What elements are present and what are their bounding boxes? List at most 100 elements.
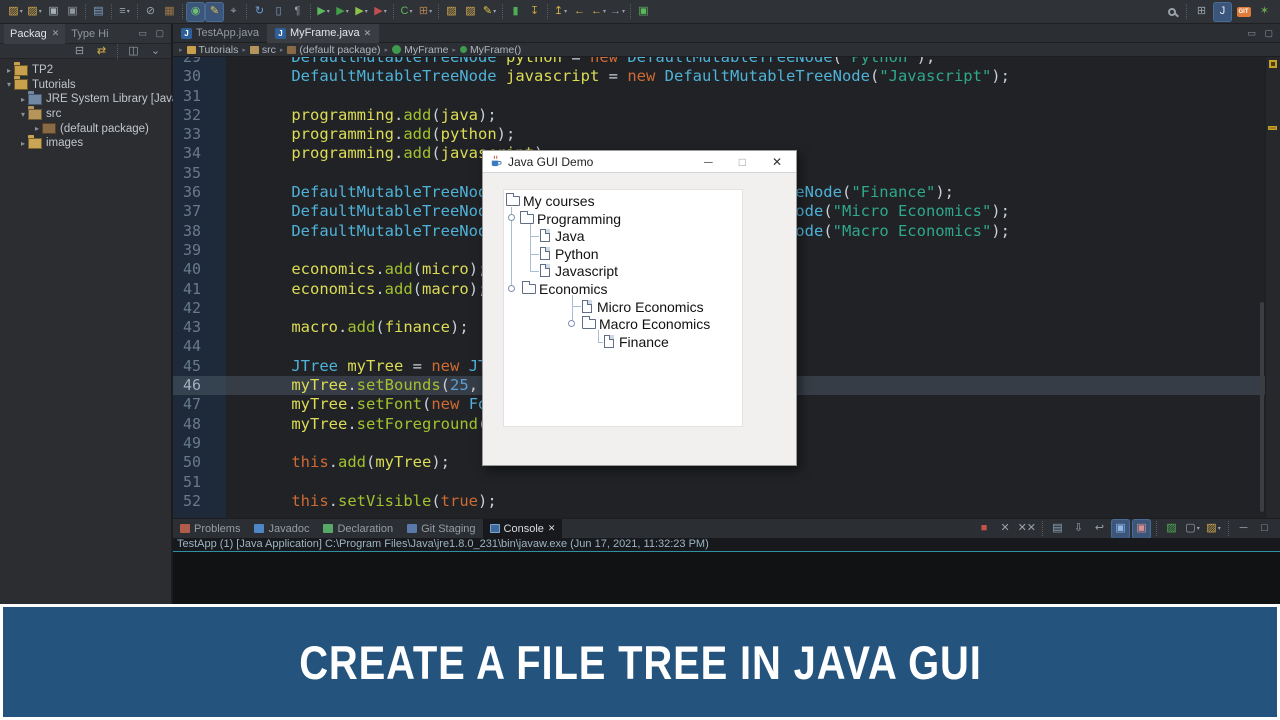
terminate-button[interactable]: ■ bbox=[975, 519, 994, 539]
organize-imports-button[interactable]: ≡▾ bbox=[115, 2, 134, 22]
console-tab-git-staging[interactable]: Git Staging bbox=[400, 519, 482, 539]
open-type-button[interactable]: ▨ bbox=[442, 2, 461, 22]
line-number[interactable]: 34 bbox=[173, 144, 226, 163]
new-wizard-button[interactable]: ▨▾ bbox=[6, 2, 25, 22]
remove-all-terminated-button[interactable]: ✕✕ bbox=[1017, 519, 1037, 539]
line-number[interactable]: 37 bbox=[173, 202, 226, 221]
breadcrumb-item-myframe[interactable]: MyFrame bbox=[392, 44, 448, 56]
remove-launch-button[interactable]: ✕ bbox=[996, 519, 1015, 539]
line-number[interactable]: 51 bbox=[173, 473, 226, 492]
overview-marker-icon[interactable] bbox=[1269, 60, 1277, 68]
view-minmax-buttons[interactable]: ▭ ▢ bbox=[138, 28, 171, 39]
save-all-button[interactable]: ▣ bbox=[63, 2, 82, 22]
console-output[interactable] bbox=[173, 552, 1280, 604]
jtree-node-finance[interactable]: Finance bbox=[504, 333, 742, 351]
debug-perspective-button[interactable]: ✶ bbox=[1255, 2, 1274, 22]
view-menu-button[interactable]: ⌄ bbox=[146, 41, 165, 61]
show-whitespace-button[interactable]: ¶ bbox=[288, 2, 307, 22]
focus-on-active-task-button[interactable]: ◫ bbox=[124, 41, 143, 61]
line-number[interactable]: 43 bbox=[173, 318, 226, 337]
jtree-node-java[interactable]: Java bbox=[504, 227, 742, 245]
breadcrumb-item-tutorials[interactable]: Tutorials bbox=[187, 44, 239, 56]
pin-console-button[interactable]: ▨ bbox=[1162, 519, 1181, 539]
jtree-node-my-courses[interactable]: My courses bbox=[504, 192, 742, 210]
line-number[interactable]: 38 bbox=[173, 222, 226, 241]
forward-button[interactable]: →▾ bbox=[608, 2, 627, 22]
project-tree-item-default-package[interactable]: ▸(default package) bbox=[0, 121, 171, 136]
jtree-node-economics[interactable]: Economics bbox=[504, 280, 742, 298]
code-line-32[interactable]: 32 programming.add(java); bbox=[173, 106, 1280, 125]
maximize-view-button[interactable]: □ bbox=[1255, 519, 1274, 539]
breadcrumb-item-myframe[interactable]: MyFrame() bbox=[460, 44, 521, 56]
debug-button[interactable]: ▶▾ bbox=[371, 2, 390, 22]
expand-arrow-icon[interactable]: ▸ bbox=[18, 95, 28, 104]
new-java-class-button[interactable]: C▾ bbox=[397, 2, 416, 22]
line-number[interactable]: 30 bbox=[173, 67, 226, 86]
jtree-node-programming[interactable]: Programming bbox=[504, 210, 742, 228]
scroll-lock-button[interactable]: ⇩ bbox=[1069, 519, 1088, 539]
window-minimize-icon[interactable]: ─ bbox=[704, 155, 713, 169]
project-tree-item-tp2[interactable]: ▸TP2 bbox=[0, 63, 171, 78]
line-number[interactable]: 48 bbox=[173, 415, 226, 434]
last-edit-location-button[interactable]: ▣ bbox=[634, 2, 653, 22]
show-stdout-button[interactable]: ▣ bbox=[1111, 519, 1130, 539]
overview-marker-icon[interactable] bbox=[1268, 126, 1277, 130]
editor-tab-testapp-java[interactable]: JTestApp.java bbox=[173, 24, 267, 43]
open-task-button[interactable]: ▦ bbox=[160, 2, 179, 22]
back-button[interactable]: ← bbox=[570, 2, 589, 22]
console-tab-javadoc[interactable]: Javadoc bbox=[247, 519, 316, 539]
view-tab-packag[interactable]: Packag✕ bbox=[4, 24, 65, 44]
project-tree-item-jre-system-library-javase-1-8[interactable]: ▸JRE System Library [JavaSE-1.8 bbox=[0, 92, 171, 107]
save-button[interactable]: ▣ bbox=[44, 2, 63, 22]
line-number[interactable]: 52 bbox=[173, 492, 226, 511]
mouse-tool-button[interactable]: ⌖ bbox=[224, 2, 243, 22]
sync-package-button[interactable]: ↻ bbox=[250, 2, 269, 22]
line-number[interactable]: 50 bbox=[173, 453, 226, 472]
line-number[interactable]: 44 bbox=[173, 337, 226, 356]
editor-tab-myframe-java[interactable]: JMyFrame.java✕ bbox=[267, 24, 379, 43]
window-maximize-icon[interactable]: □ bbox=[739, 155, 746, 169]
breadcrumb-item-src[interactable]: src bbox=[250, 44, 276, 56]
project-tree-item-tutorials[interactable]: ▾Tutorials bbox=[0, 78, 171, 93]
close-icon[interactable]: ✕ bbox=[52, 28, 60, 39]
line-number[interactable]: 36 bbox=[173, 183, 226, 202]
line-number[interactable]: 42 bbox=[173, 299, 226, 318]
line-number[interactable]: 29 bbox=[173, 57, 226, 67]
run-button[interactable]: ▶▾ bbox=[333, 2, 352, 22]
search-button[interactable] bbox=[1162, 2, 1181, 22]
line-number[interactable]: 49 bbox=[173, 434, 226, 453]
code-line-33[interactable]: 33 programming.add(python); bbox=[173, 125, 1280, 144]
code-line-52[interactable]: 52 this.setVisible(true); bbox=[173, 492, 1280, 511]
console-tab-problems[interactable]: Problems bbox=[173, 519, 247, 539]
annotate-button[interactable]: ✎▾ bbox=[480, 2, 499, 22]
collapse-all-button[interactable]: ⊟ bbox=[70, 41, 89, 61]
mark-occurrences-button[interactable]: ✎ bbox=[205, 2, 224, 22]
import-download-button[interactable]: ↧ bbox=[525, 2, 544, 22]
line-number[interactable]: 32 bbox=[173, 106, 226, 125]
git-perspective-button[interactable]: GIT bbox=[1234, 2, 1253, 22]
window-close-icon[interactable]: ✕ bbox=[772, 155, 782, 169]
project-tree-item-images[interactable]: ▸images bbox=[0, 136, 171, 151]
pin-editor-button[interactable]: ▮ bbox=[506, 2, 525, 22]
line-number[interactable]: 46 bbox=[173, 376, 226, 395]
open-resource-button[interactable]: ▨ bbox=[461, 2, 480, 22]
coverage-button[interactable]: ▶▾ bbox=[352, 2, 371, 22]
link-with-editor-button[interactable]: ⇄ bbox=[92, 41, 111, 61]
jtree-node-python[interactable]: Python bbox=[504, 245, 742, 263]
line-number[interactable]: 35 bbox=[173, 164, 226, 183]
code-line-31[interactable]: 31 bbox=[173, 87, 1280, 106]
open-perspective-button[interactable]: ⊞ bbox=[1192, 2, 1211, 22]
project-tree-item-src[interactable]: ▾src bbox=[0, 107, 171, 122]
window-title-bar[interactable]: Java GUI Demo ─ □ ✕ bbox=[483, 151, 796, 173]
show-stderr-button[interactable]: ▣ bbox=[1132, 519, 1151, 539]
open-console-button[interactable]: ▨▾ bbox=[1204, 519, 1223, 539]
word-wrap-button[interactable]: ↩ bbox=[1090, 519, 1109, 539]
code-line-29[interactable]: 29 DefaultMutableTreeNode python = new D… bbox=[173, 57, 1280, 67]
collapse-arrow-icon[interactable]: ▾ bbox=[4, 80, 14, 89]
new-package-button[interactable]: ⊞▾ bbox=[416, 2, 435, 22]
coverage-annotate-button[interactable]: ◉ bbox=[186, 2, 205, 22]
jtree-node-macro-economics[interactable]: Macro Economics bbox=[504, 315, 742, 333]
console-tab-console[interactable]: Console✕ bbox=[483, 519, 563, 539]
expand-arrow-icon[interactable]: ▸ bbox=[18, 139, 28, 148]
minimize-view-button[interactable]: ─ bbox=[1234, 519, 1253, 539]
